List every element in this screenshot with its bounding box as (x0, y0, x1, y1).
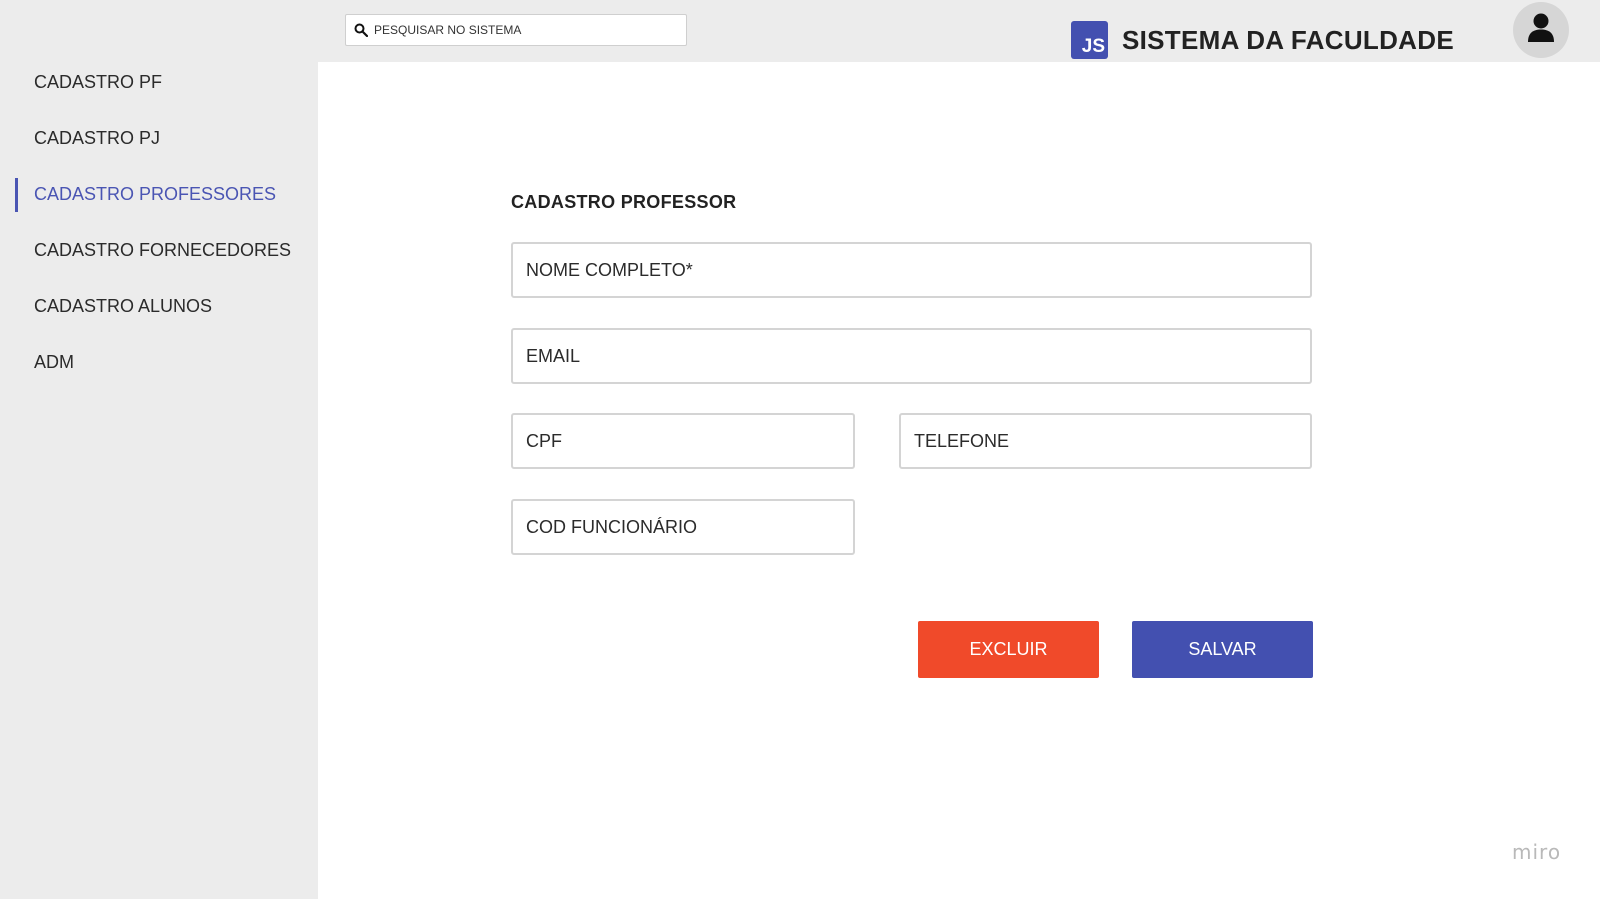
app-title: SISTEMA DA FACULDADE (1122, 24, 1454, 55)
sidebar-item-cadastro-pj[interactable]: CADASTRO PJ (34, 128, 160, 149)
search-input[interactable] (374, 23, 674, 37)
user-icon (1527, 13, 1555, 48)
telefone-field[interactable] (899, 413, 1312, 469)
sidebar: CADASTRO PF CADASTRO PJ CADASTRO PROFESS… (0, 62, 318, 899)
email-field[interactable] (511, 328, 1312, 384)
nome-completo-field[interactable] (511, 242, 1312, 298)
main-panel: CADASTRO PROFESSOR EXCLUIR SALVAR (318, 62, 1600, 899)
app-window: JS SISTEMA DA FACULDADE CADASTRO PF CADA… (0, 0, 1600, 899)
search-icon (354, 23, 368, 37)
cod-funcionario-field[interactable] (511, 499, 855, 555)
sidebar-item-cadastro-fornecedores[interactable]: CADASTRO FORNECEDORES (34, 240, 291, 261)
active-indicator (15, 178, 18, 212)
excluir-button[interactable]: EXCLUIR (918, 621, 1099, 678)
sidebar-item-cadastro-alunos[interactable]: CADASTRO ALUNOS (34, 296, 212, 317)
sidebar-item-adm[interactable]: ADM (34, 352, 74, 373)
sidebar-item-cadastro-professores[interactable]: CADASTRO PROFESSORES (34, 184, 276, 205)
brand: JS SISTEMA DA FACULDADE (1071, 21, 1454, 59)
cpf-field[interactable] (511, 413, 855, 469)
form-title: CADASTRO PROFESSOR (511, 192, 737, 212)
miro-watermark: miro (1512, 840, 1562, 864)
user-avatar-button[interactable] (1513, 2, 1569, 58)
search-bar[interactable] (345, 14, 687, 46)
salvar-button[interactable]: SALVAR (1132, 621, 1313, 678)
brand-logo: JS (1071, 21, 1108, 59)
sidebar-item-cadastro-pf[interactable]: CADASTRO PF (34, 72, 162, 93)
